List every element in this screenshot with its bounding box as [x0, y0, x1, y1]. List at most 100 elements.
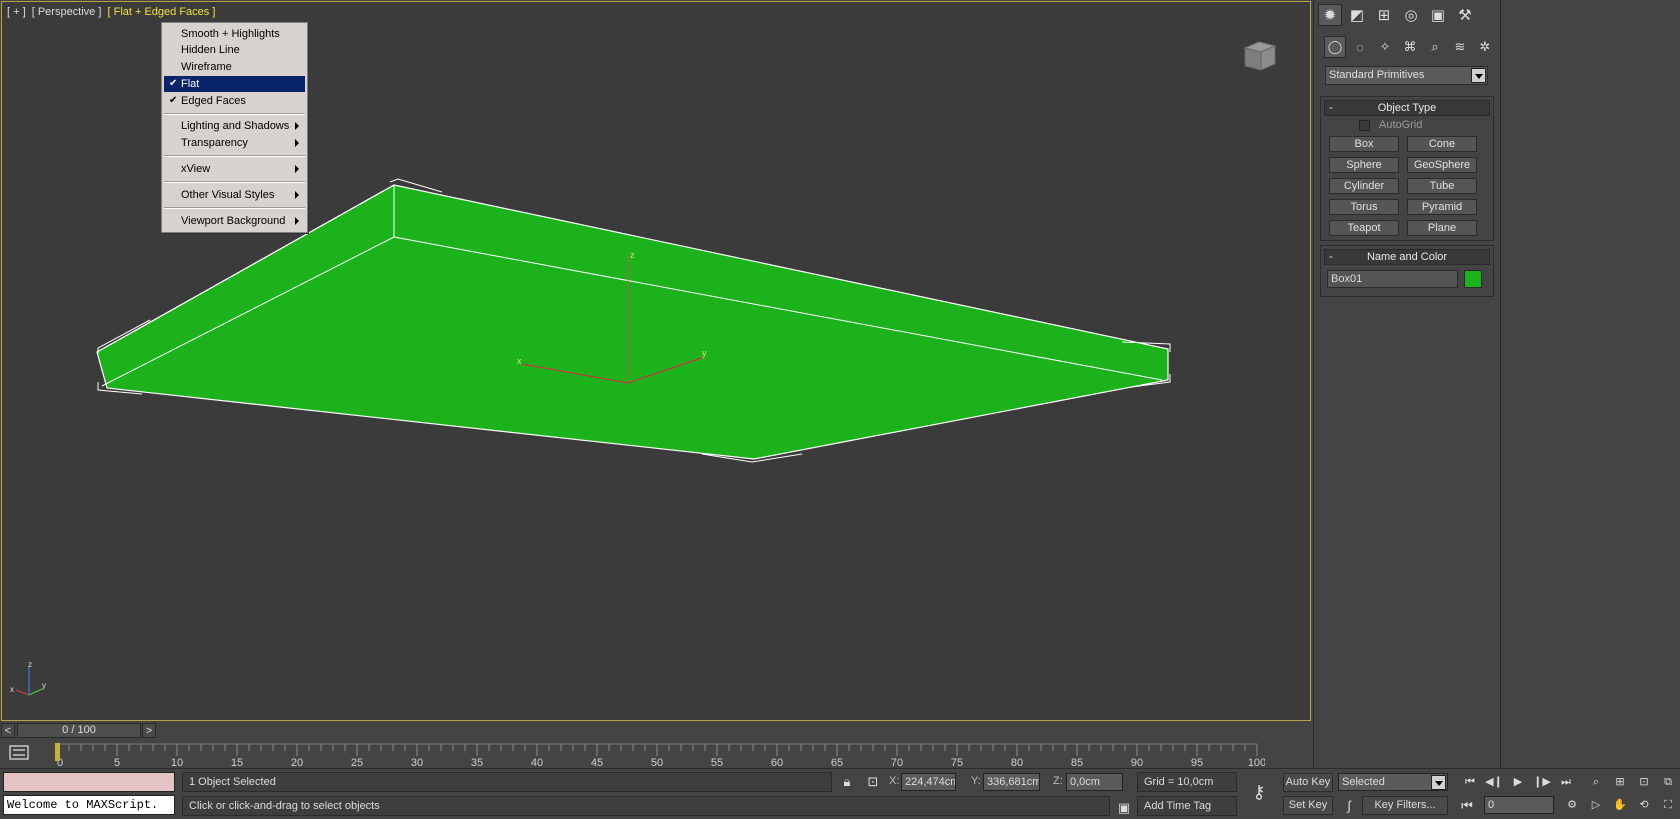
time-configuration-icon[interactable]: ⚙ [1560, 796, 1584, 814]
motion-tab-icon[interactable]: ◎ [1399, 4, 1423, 26]
ruler-tick-label: 75 [951, 757, 963, 768]
menu-item-viewport-background[interactable]: Viewport Background [164, 213, 305, 229]
systems-icon[interactable]: ✲ [1474, 36, 1496, 58]
zoom-extents-all-icon[interactable]: ⧉ [1656, 773, 1680, 791]
name-and-color-header[interactable]: - Name and Color [1324, 249, 1490, 265]
viewport-menu-point-of-view[interactable]: [ Perspective ] [32, 6, 102, 18]
chevron-down-icon[interactable] [1431, 775, 1446, 790]
maxscript-mini-listener-output[interactable]: Welcome to MAXScript. [3, 795, 175, 815]
geometry-icon[interactable]: ◯ [1324, 36, 1346, 58]
sphere-button[interactable]: Sphere [1329, 157, 1399, 173]
menu-item-transparency[interactable]: Transparency [164, 135, 305, 151]
utilities-tab-icon[interactable]: ⚒ [1453, 4, 1477, 26]
viewcube-icon[interactable] [1239, 38, 1279, 74]
plane-button[interactable]: Plane [1407, 220, 1477, 236]
current-frame-field[interactable]: 0 [1484, 796, 1554, 814]
time-slider-next-button[interactable]: > [142, 723, 156, 738]
field-of-view-icon[interactable]: ▷ [1584, 796, 1608, 814]
pyramid-button[interactable]: Pyramid [1407, 199, 1477, 215]
empty-panel-area [1500, 0, 1680, 775]
time-slider-thumb[interactable]: 0 / 100 [17, 723, 141, 738]
auto-key-button[interactable]: Auto Key [1283, 773, 1333, 792]
trackbar-ruler[interactable]: 0 5 10 15 20 25 30 35 40 45 50 55 60 65 70 75 80 85 90 95 10… [45, 740, 1265, 768]
x-coordinate-field[interactable]: 224,474cm [901, 773, 956, 791]
chevron-down-icon[interactable] [1471, 68, 1486, 83]
create-tab-icon[interactable]: ✹ [1318, 4, 1342, 26]
menu-item-lighting-and-shadows[interactable]: Lighting and Shadows [164, 118, 305, 134]
shapes-icon[interactable]: ◌ [1349, 36, 1371, 58]
previous-frame-icon[interactable]: ◀❙ [1482, 773, 1506, 791]
primitive-category-dropdown[interactable]: Standard Primitives [1325, 66, 1488, 85]
zoom-extents-icon[interactable]: ⊡ [1632, 773, 1656, 791]
menu-item-label: Smooth + Highlights [181, 28, 280, 40]
status-bar: Welcome to MAXScript. 1 Object Selected … [0, 768, 1680, 819]
geosphere-button[interactable]: GeoSphere [1407, 157, 1477, 173]
modify-tab-icon[interactable]: ◩ [1345, 4, 1369, 26]
menu-item-wireframe[interactable]: Wireframe [164, 59, 305, 75]
submenu-arrow-icon [295, 217, 299, 225]
orbit-icon[interactable]: ⟲ [1632, 796, 1656, 814]
menu-item-hidden-line[interactable]: Hidden Line [164, 42, 305, 58]
lock-icon[interactable]: 🔒︎ [838, 773, 856, 791]
selection-status: 1 Object Selected [182, 772, 832, 792]
menu-item-xview[interactable]: xView [164, 161, 305, 177]
viewport-menu-plus[interactable]: [ + ] [7, 6, 26, 18]
menu-item-label: Viewport Background [181, 215, 286, 227]
lights-icon[interactable]: ✧ [1374, 36, 1396, 58]
menu-item-other-visual-styles[interactable]: Other Visual Styles [164, 187, 305, 203]
collapse-icon[interactable]: - [1329, 250, 1333, 264]
tube-button[interactable]: Tube [1407, 178, 1477, 194]
zoom-all-icon[interactable]: ⊞ [1608, 773, 1632, 791]
time-slider-prev-button[interactable]: < [1, 723, 15, 738]
viewport-label[interactable]: [ + ] [ Perspective ] [ Flat + Edged Fac… [7, 6, 218, 18]
cylinder-button[interactable]: Cylinder [1329, 178, 1399, 194]
teapot-button[interactable]: Teapot [1329, 220, 1399, 236]
trackbar[interactable]: 0 5 10 15 20 25 30 35 40 45 50 55 60 65 70 75 80 85 90 95 10… [0, 740, 1312, 768]
command-panel: ✹ ◩ ⊞ ◎ ▣ ⚒ ◯ ◌ ✧ ⌘ ⌕ ≋ ✲ Standard Primi… [1313, 0, 1500, 775]
y-label: Y: [971, 775, 981, 787]
zoom-icon[interactable]: ⌕ [1584, 773, 1608, 791]
collapse-icon[interactable]: - [1329, 101, 1333, 115]
cone-button[interactable]: Cone [1407, 136, 1477, 152]
maximize-viewport-icon[interactable]: ⛶ [1656, 796, 1680, 814]
autogrid-checkbox[interactable] [1359, 120, 1370, 131]
key-mode-toggle-icon[interactable]: ⏮ [1458, 797, 1476, 815]
object-type-header[interactable]: - Object Type [1324, 100, 1490, 116]
key-filters-button[interactable]: Key Filters... [1362, 796, 1448, 815]
object-color-swatch[interactable] [1464, 270, 1482, 288]
key-icon[interactable]: ⚷ [1250, 783, 1268, 801]
create-subcategories: ◯ ◌ ✧ ⌘ ⌕ ≋ ✲ [1324, 36, 1499, 58]
set-key-button[interactable]: Set Key [1283, 796, 1333, 815]
pan-icon[interactable]: ✋ [1608, 796, 1632, 814]
absolute-mode-icon[interactable]: ⊡ [864, 773, 882, 791]
object-name-input[interactable] [1327, 270, 1458, 288]
space-warps-icon[interactable]: ≋ [1449, 36, 1471, 58]
y-coordinate-field[interactable]: 336,681cm [983, 773, 1040, 791]
curve-editor-icon[interactable] [8, 743, 32, 763]
go-to-start-icon[interactable]: ⏮ [1458, 773, 1482, 791]
cameras-icon[interactable]: ⌘ [1399, 36, 1421, 58]
time-slider[interactable]: < 0 / 100 > [1, 723, 157, 738]
next-frame-icon[interactable]: ❙▶ [1530, 773, 1554, 791]
key-mode-dropdown[interactable]: Selected [1338, 773, 1448, 791]
viewport-menu-shading[interactable]: [ Flat + Edged Faces ] [107, 6, 215, 18]
go-to-end-icon[interactable]: ⏭ [1554, 773, 1578, 791]
ruler-tick-label: 10 [171, 757, 183, 768]
world-axis-y-letter: y [42, 681, 46, 690]
default-tangent-icon[interactable]: ∫ [1340, 797, 1358, 815]
maxscript-mini-listener-input[interactable] [3, 772, 175, 792]
helpers-icon[interactable]: ⌕ [1424, 36, 1446, 58]
add-time-tag[interactable]: Add Time Tag [1137, 796, 1237, 816]
z-coordinate-field[interactable]: 0,0cm [1066, 773, 1123, 791]
hierarchy-tab-icon[interactable]: ⊞ [1372, 4, 1396, 26]
time-tag-icon[interactable]: ▣ [1115, 799, 1133, 817]
object-type-rollout: - Object Type AutoGrid Box Cone Sphere G… [1320, 96, 1494, 241]
play-icon[interactable]: ▶ [1506, 773, 1530, 791]
display-tab-icon[interactable]: ▣ [1426, 4, 1450, 26]
menu-item-flat[interactable]: ✔ Flat [164, 76, 305, 92]
current-frame-marker[interactable] [55, 743, 60, 761]
menu-item-edged-faces[interactable]: ✔ Edged Faces [164, 93, 305, 109]
torus-button[interactable]: Torus [1329, 199, 1399, 215]
box-button[interactable]: Box [1329, 136, 1399, 152]
menu-item-smooth-highlights[interactable]: Smooth + Highlights [164, 26, 305, 42]
